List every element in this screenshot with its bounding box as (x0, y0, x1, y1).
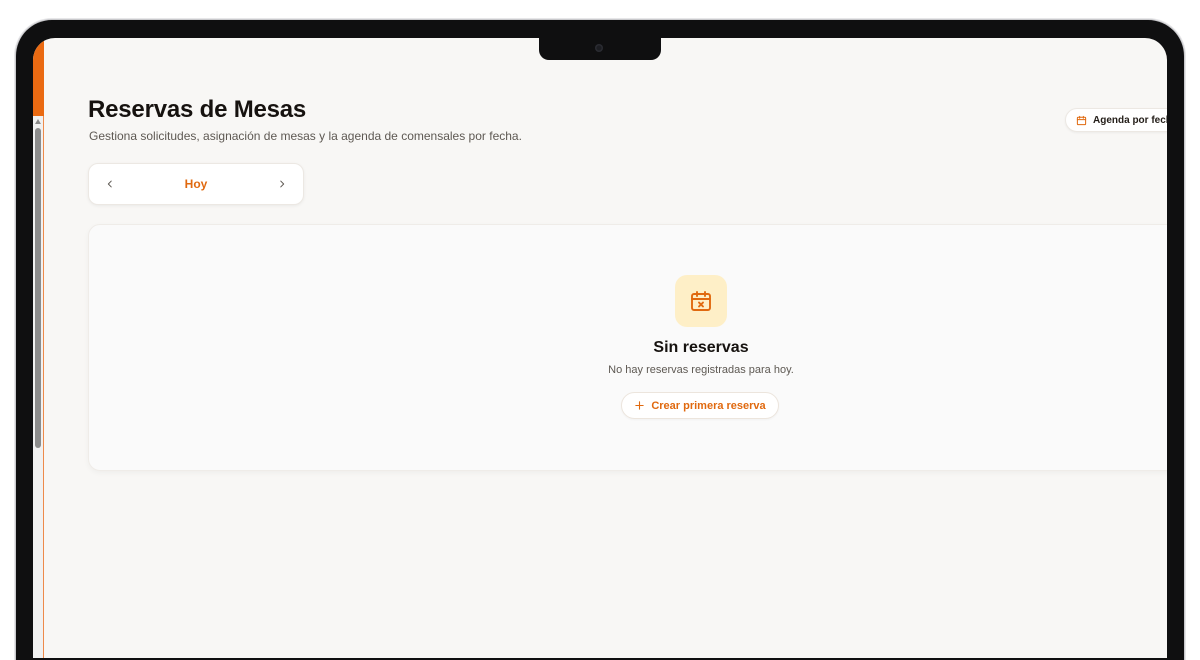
empty-state-title: Sin reservas (653, 339, 749, 356)
agenda-button[interactable]: Agenda por fech (1065, 108, 1167, 132)
date-navigator: Hoy (88, 163, 304, 205)
scroll-up-icon[interactable] (35, 119, 41, 124)
chevron-right-icon (280, 180, 285, 188)
plus-icon (635, 401, 645, 410)
empty-state-message: No hay reservas registradas para hoy. (608, 364, 794, 376)
create-first-reservation-button[interactable]: Crear primera reserva (621, 392, 779, 419)
laptop-frame: Reservas de Mesas Gestiona solicitudes, … (16, 20, 1184, 660)
page-subtitle: Gestiona solicitudes, asignación de mesa… (89, 129, 522, 143)
empty-state-icon-badge (675, 275, 727, 327)
agenda-button-label: Agenda por fech (1093, 114, 1167, 126)
calendar-x-icon (691, 291, 711, 311)
sidebar-divider (43, 116, 44, 658)
camera-icon (595, 44, 603, 52)
empty-state-card: Sin reservas No hay reservas registradas… (88, 224, 1167, 471)
calendar-icon (1076, 115, 1087, 125)
next-day-button[interactable] (273, 175, 291, 193)
scrollbar-thumb[interactable] (35, 128, 41, 448)
scrollbar[interactable] (33, 116, 43, 658)
camera-notch (539, 38, 661, 60)
sidebar-accent (33, 38, 44, 116)
current-date-label[interactable]: Hoy (89, 177, 303, 191)
page-title: Reservas de Mesas (88, 96, 307, 123)
app-screen: Reservas de Mesas Gestiona solicitudes, … (33, 38, 1167, 658)
create-first-reservation-label: Crear primera reserva (651, 399, 766, 412)
